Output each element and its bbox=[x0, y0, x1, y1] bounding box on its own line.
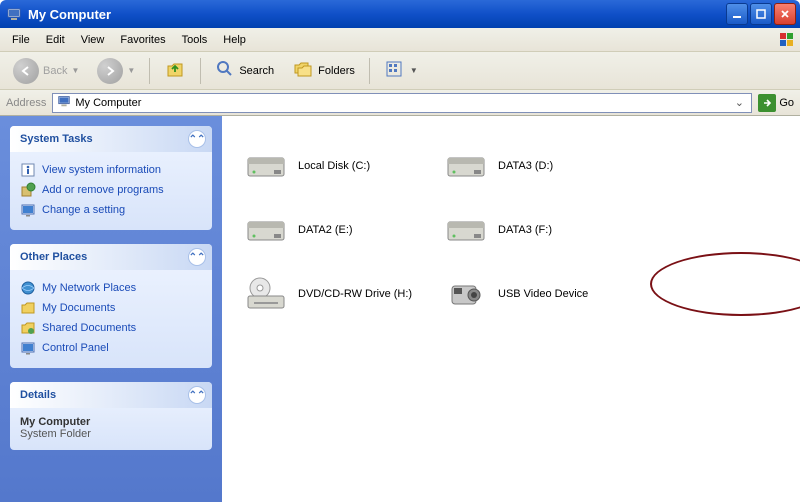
dropdown-icon: ▼ bbox=[71, 66, 79, 75]
control-panel-icon bbox=[20, 340, 36, 356]
menu-edit[interactable]: Edit bbox=[38, 32, 73, 48]
camera-icon bbox=[444, 276, 488, 312]
my-computer-icon bbox=[57, 94, 71, 111]
programs-icon bbox=[20, 182, 36, 198]
folder-up-icon bbox=[164, 58, 186, 83]
sidebar-link-network-places[interactable]: My Network Places bbox=[20, 278, 202, 298]
up-button[interactable] bbox=[157, 55, 193, 86]
sidebar-link-control-panel[interactable]: Control Panel bbox=[20, 338, 202, 358]
info-icon bbox=[20, 162, 36, 178]
link-label: Control Panel bbox=[42, 341, 109, 356]
back-button[interactable]: Back ▼ bbox=[6, 55, 86, 87]
drive-item-c[interactable]: Local Disk (C:) bbox=[242, 134, 442, 198]
hdd-icon bbox=[444, 212, 488, 248]
drive-item-d[interactable]: DATA3 (D:) bbox=[442, 134, 672, 198]
link-label: Add or remove programs bbox=[42, 183, 164, 198]
collapse-icon: ⌃⌃ bbox=[188, 386, 206, 404]
menu-favorites[interactable]: Favorites bbox=[112, 32, 173, 48]
item-label: DATA3 (F:) bbox=[498, 224, 552, 236]
close-button[interactable] bbox=[774, 3, 796, 25]
menu-file[interactable]: File bbox=[4, 32, 38, 48]
details-header[interactable]: Details ⌃⌃ bbox=[10, 382, 212, 408]
folders-button[interactable]: Folders bbox=[285, 55, 362, 86]
addressbar: Address My Computer ⌄ Go bbox=[0, 90, 800, 116]
toolbar: Back ▼ ▼ Search Folders ▼ bbox=[0, 52, 800, 90]
dropdown-icon: ▼ bbox=[127, 66, 135, 75]
folders-label: Folders bbox=[318, 65, 355, 77]
item-label: DVD/CD-RW Drive (H:) bbox=[298, 288, 412, 300]
sidebar-link-add-remove-programs[interactable]: Add or remove programs bbox=[20, 180, 202, 200]
minimize-button[interactable] bbox=[726, 3, 748, 25]
link-label: View system information bbox=[42, 163, 161, 178]
device-item-usb-video[interactable]: USB Video Device bbox=[442, 262, 672, 326]
documents-icon bbox=[20, 300, 36, 316]
drive-item-dvd[interactable]: DVD/CD-RW Drive (H:) bbox=[242, 262, 442, 326]
menu-view[interactable]: View bbox=[73, 32, 113, 48]
sidebar: System Tasks ⌃⌃ View system information … bbox=[0, 116, 222, 502]
go-label: Go bbox=[779, 97, 794, 109]
sidebar-link-shared-documents[interactable]: Shared Documents bbox=[20, 318, 202, 338]
my-computer-icon bbox=[6, 6, 22, 22]
hdd-icon bbox=[244, 148, 288, 184]
item-label: USB Video Device bbox=[498, 288, 588, 300]
address-input[interactable]: My Computer ⌄ bbox=[52, 93, 752, 113]
address-label: Address bbox=[6, 97, 46, 109]
system-tasks-title: System Tasks bbox=[20, 133, 93, 145]
sidebar-link-view-system-info[interactable]: View system information bbox=[20, 160, 202, 180]
other-places-title: Other Places bbox=[20, 251, 87, 263]
system-tasks-header[interactable]: System Tasks ⌃⌃ bbox=[10, 126, 212, 152]
details-name: My Computer bbox=[20, 416, 202, 428]
back-label: Back bbox=[43, 65, 67, 77]
drive-item-e[interactable]: DATA2 (E:) bbox=[242, 198, 442, 262]
go-arrow-icon bbox=[758, 94, 776, 112]
item-label: Local Disk (C:) bbox=[298, 160, 370, 172]
setting-icon bbox=[20, 202, 36, 218]
collapse-icon: ⌃⌃ bbox=[188, 248, 206, 266]
address-dropdown-icon[interactable]: ⌄ bbox=[731, 96, 747, 109]
other-places-panel: Other Places ⌃⌃ My Network Places My Doc… bbox=[10, 244, 212, 368]
windows-flag-icon bbox=[778, 31, 796, 49]
go-button[interactable]: Go bbox=[758, 94, 794, 112]
drive-item-f[interactable]: DATA3 (F:) bbox=[442, 198, 672, 262]
link-label: Change a setting bbox=[42, 203, 125, 218]
menubar: File Edit View Favorites Tools Help bbox=[0, 28, 800, 52]
content-area: Local Disk (C:) DATA3 (D:) DATA2 (E:) DA… bbox=[222, 116, 800, 502]
search-icon bbox=[215, 59, 235, 82]
forward-arrow-icon bbox=[97, 58, 123, 84]
titlebar: My Computer bbox=[0, 0, 800, 28]
search-label: Search bbox=[239, 65, 274, 77]
sidebar-link-change-setting[interactable]: Change a setting bbox=[20, 200, 202, 220]
hdd-icon bbox=[244, 212, 288, 248]
details-panel: Details ⌃⌃ My Computer System Folder bbox=[10, 382, 212, 450]
dropdown-icon: ▼ bbox=[410, 66, 418, 75]
item-label: DATA2 (E:) bbox=[298, 224, 353, 236]
menu-tools[interactable]: Tools bbox=[174, 32, 216, 48]
views-button[interactable]: ▼ bbox=[377, 56, 425, 85]
folders-icon bbox=[292, 58, 314, 83]
other-places-header[interactable]: Other Places ⌃⌃ bbox=[10, 244, 212, 270]
link-label: My Documents bbox=[42, 301, 115, 316]
link-label: My Network Places bbox=[42, 281, 136, 296]
network-icon bbox=[20, 280, 36, 296]
maximize-button[interactable] bbox=[750, 3, 772, 25]
views-icon bbox=[384, 59, 406, 82]
search-button[interactable]: Search bbox=[208, 56, 281, 85]
window-title: My Computer bbox=[28, 7, 726, 22]
optical-drive-icon bbox=[244, 276, 288, 312]
link-label: Shared Documents bbox=[42, 321, 136, 336]
back-arrow-icon bbox=[13, 58, 39, 84]
collapse-icon: ⌃⌃ bbox=[188, 130, 206, 148]
sidebar-link-my-documents[interactable]: My Documents bbox=[20, 298, 202, 318]
hdd-icon bbox=[444, 148, 488, 184]
forward-button[interactable]: ▼ bbox=[90, 55, 142, 87]
system-tasks-panel: System Tasks ⌃⌃ View system information … bbox=[10, 126, 212, 230]
details-title: Details bbox=[20, 389, 56, 401]
item-label: DATA3 (D:) bbox=[498, 160, 553, 172]
details-type: System Folder bbox=[20, 428, 202, 440]
address-value: My Computer bbox=[75, 97, 141, 109]
menu-help[interactable]: Help bbox=[215, 32, 254, 48]
shared-icon bbox=[20, 320, 36, 336]
